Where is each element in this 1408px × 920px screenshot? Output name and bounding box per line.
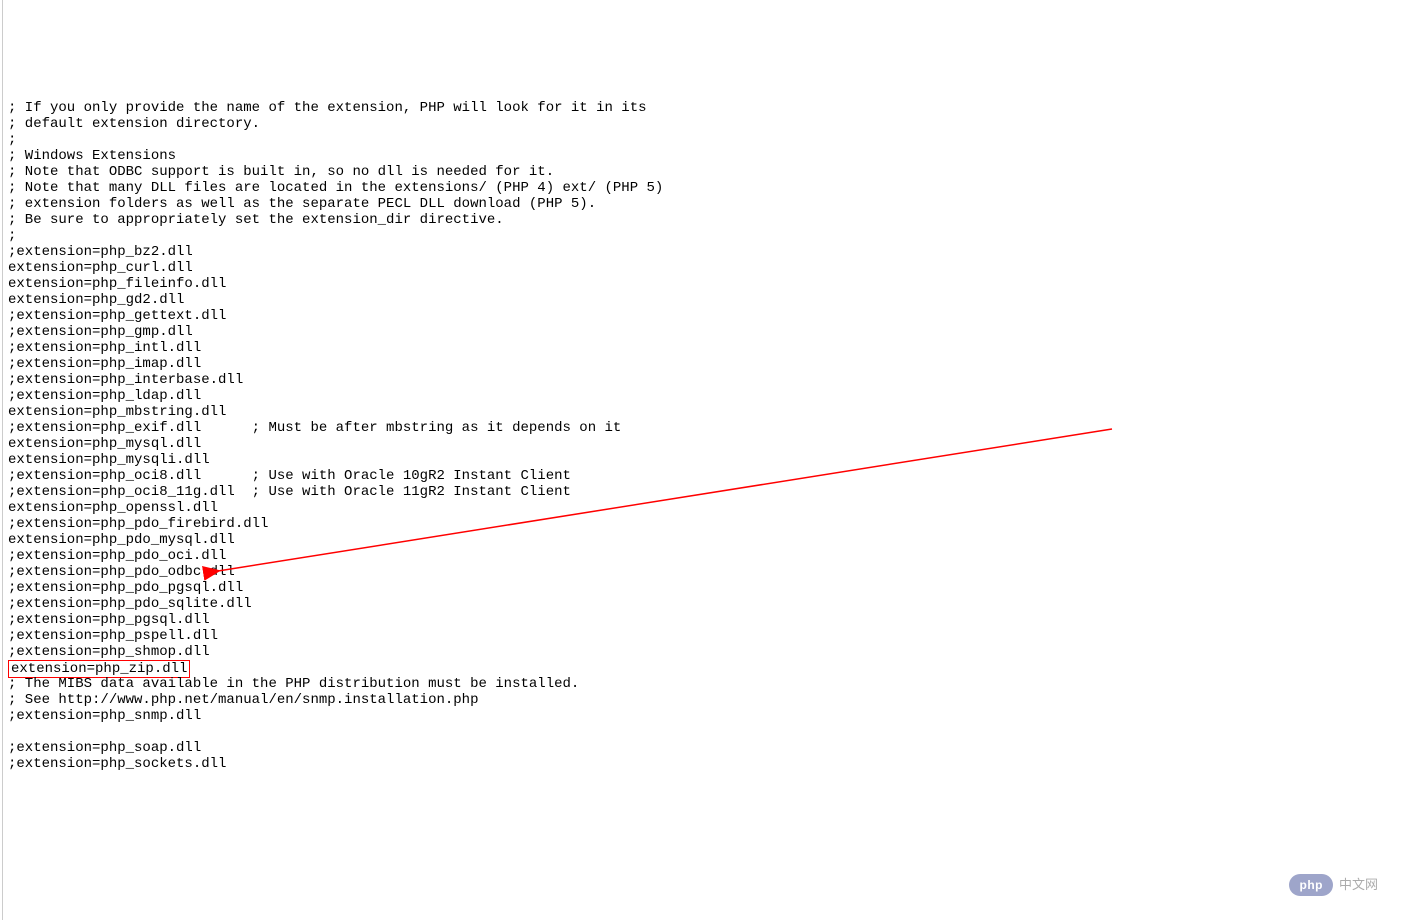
config-line: ;extension=php_soap.dll bbox=[8, 740, 1408, 756]
config-line: ;extension=php_pdo_odbc.dll bbox=[8, 564, 1408, 580]
config-line: ; bbox=[8, 228, 1408, 244]
config-line: ;extension=php_pdo_firebird.dll bbox=[8, 516, 1408, 532]
config-line: ;extension=php_oci8_11g.dll ; Use with O… bbox=[8, 484, 1408, 500]
config-line: ; The MIBS data available in the PHP dis… bbox=[8, 676, 1408, 692]
config-line: ;extension=php_pgsql.dll bbox=[8, 612, 1408, 628]
watermark-pill: php bbox=[1289, 874, 1333, 896]
config-line: ;extension=php_exif.dll ; Must be after … bbox=[8, 420, 1408, 436]
config-line: extension=php_mbstring.dll bbox=[8, 404, 1408, 420]
config-line: ; Windows Extensions bbox=[8, 148, 1408, 164]
config-line: extension=php_fileinfo.dll bbox=[8, 276, 1408, 292]
config-line bbox=[8, 724, 1408, 740]
watermark-text: 中文网 bbox=[1339, 877, 1378, 893]
config-line: ;extension=php_bz2.dll bbox=[8, 244, 1408, 260]
config-line: ;extension=php_ldap.dll bbox=[8, 388, 1408, 404]
config-line: ; If you only provide the name of the ex… bbox=[8, 100, 1408, 116]
config-line: ;extension=php_pspell.dll bbox=[8, 628, 1408, 644]
config-line: ;extension=php_gettext.dll bbox=[8, 308, 1408, 324]
config-line: extension=php_mysqli.dll bbox=[8, 452, 1408, 468]
config-line: extension=php_curl.dll bbox=[8, 260, 1408, 276]
config-line: ;extension=php_imap.dll bbox=[8, 356, 1408, 372]
config-line: ; Note that many DLL files are located i… bbox=[8, 180, 1408, 196]
watermark: php 中文网 bbox=[1289, 874, 1378, 896]
config-line: extension=php_gd2.dll bbox=[8, 292, 1408, 308]
config-line: ;extension=php_pdo_sqlite.dll bbox=[8, 596, 1408, 612]
config-line: ;extension=php_pdo_oci.dll bbox=[8, 548, 1408, 564]
config-line: ; default extension directory. bbox=[8, 116, 1408, 132]
config-line: ;extension=php_intl.dll bbox=[8, 340, 1408, 356]
config-line: ;extension=php_pdo_pgsql.dll bbox=[8, 580, 1408, 596]
config-line: ;extension=php_shmop.dll bbox=[8, 644, 1408, 660]
config-line: extension=php_zip.dll bbox=[8, 660, 1408, 676]
config-line: ;extension=php_snmp.dll bbox=[8, 708, 1408, 724]
config-line: ; Note that ODBC support is built in, so… bbox=[8, 164, 1408, 180]
config-line: extension=php_openssl.dll bbox=[8, 500, 1408, 516]
config-line: extension=php_mysql.dll bbox=[8, 436, 1408, 452]
config-line: ;extension=php_oci8.dll ; Use with Oracl… bbox=[8, 468, 1408, 484]
config-line: ;extension=php_gmp.dll bbox=[8, 324, 1408, 340]
config-line: ;extension=php_interbase.dll bbox=[8, 372, 1408, 388]
config-line: ; Be sure to appropriately set the exten… bbox=[8, 212, 1408, 228]
config-line: ; bbox=[8, 132, 1408, 148]
config-line: extension=php_pdo_mysql.dll bbox=[8, 532, 1408, 548]
config-line: ; extension folders as well as the separ… bbox=[8, 196, 1408, 212]
config-line: ; See http://www.php.net/manual/en/snmp.… bbox=[8, 692, 1408, 708]
config-text-block: ; If you only provide the name of the ex… bbox=[8, 100, 1408, 772]
left-rule bbox=[2, 0, 3, 920]
config-line: ;extension=php_sockets.dll bbox=[8, 756, 1408, 772]
